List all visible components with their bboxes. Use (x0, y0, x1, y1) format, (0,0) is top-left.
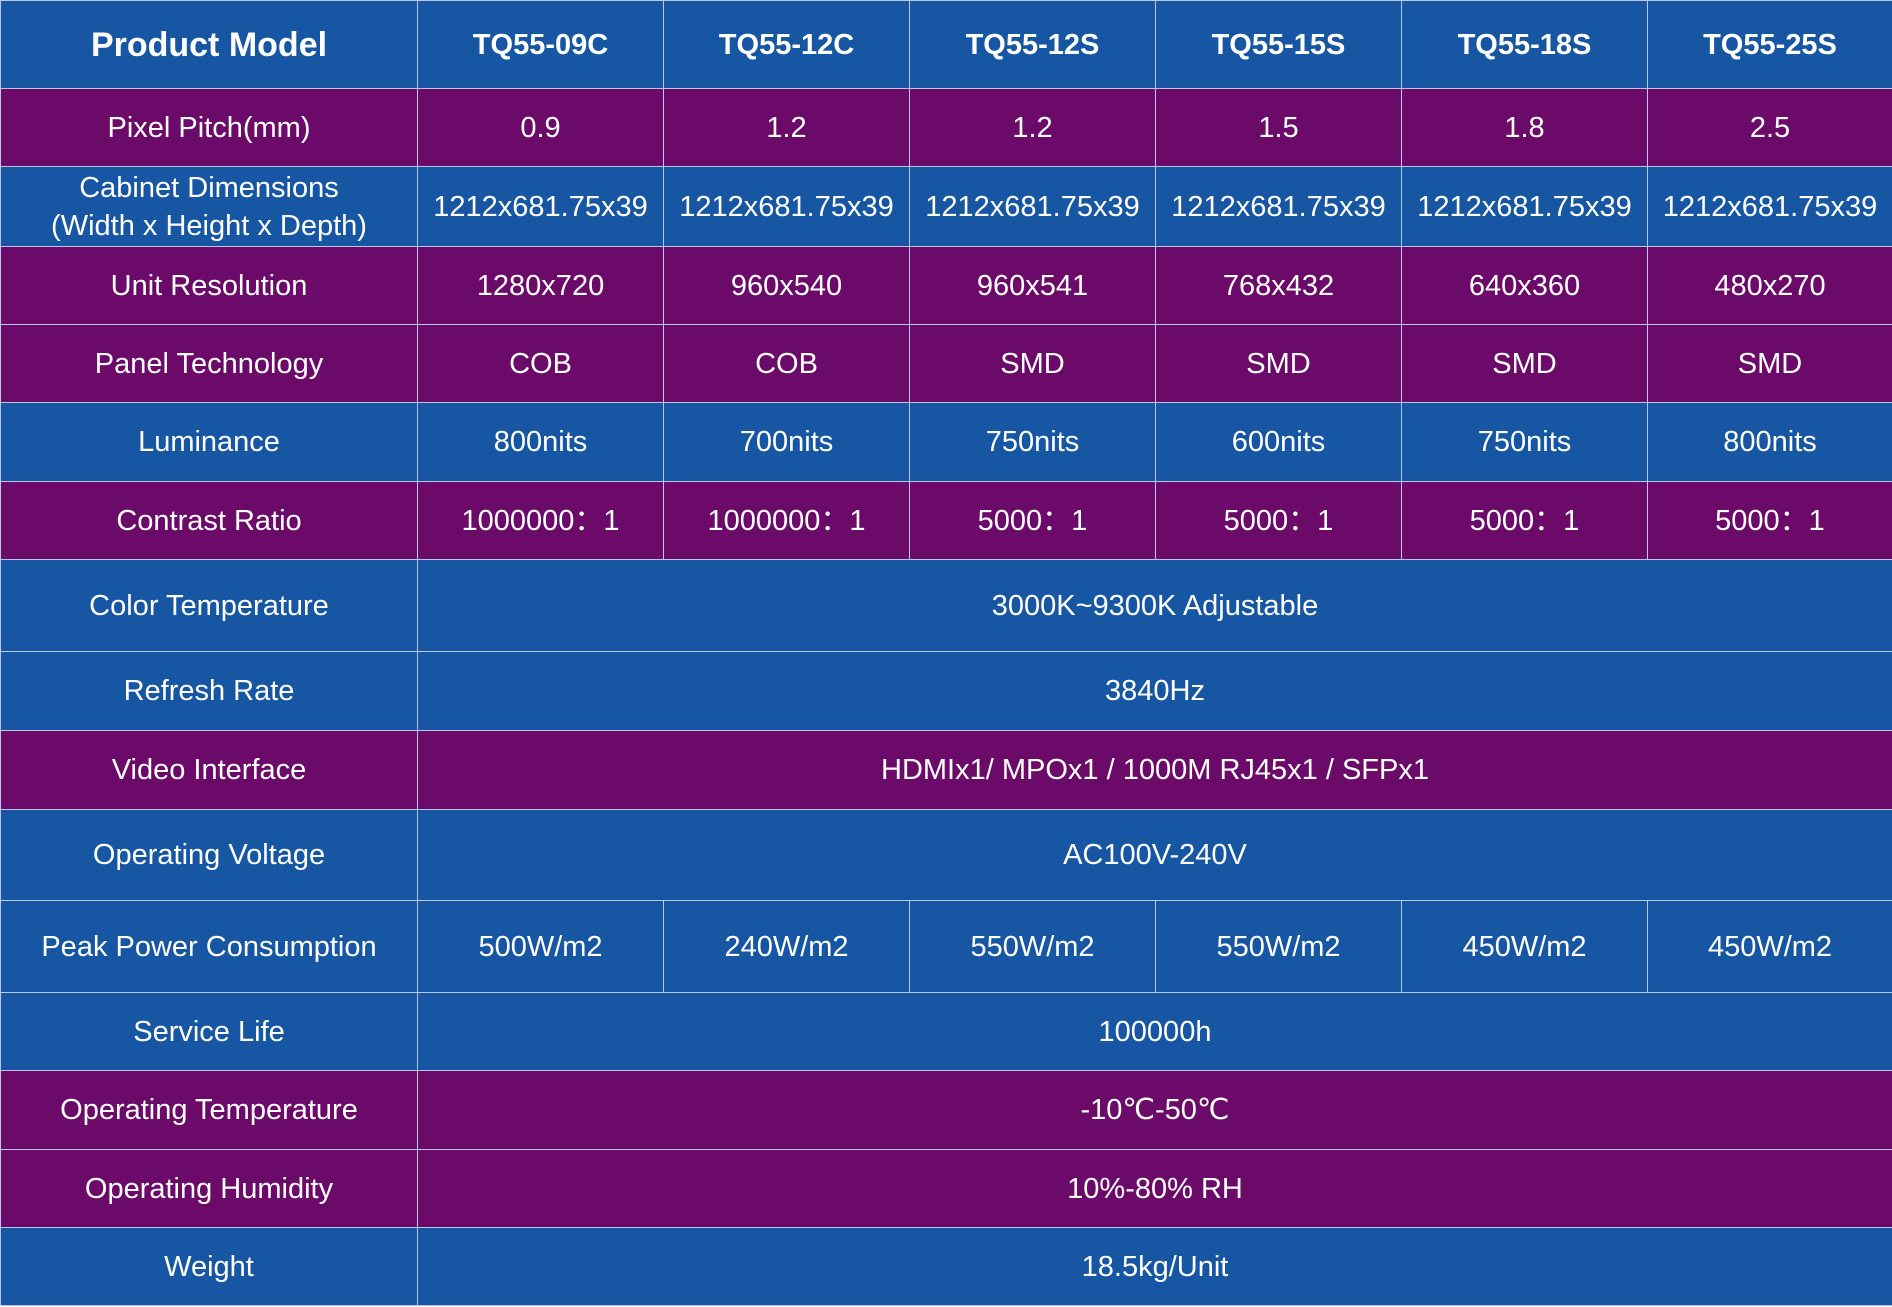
spec-value: 5000：1 (909, 481, 1156, 560)
spec-value: 1212x681.75x39 (1647, 166, 1892, 247)
spec-value: 5000：1 (1401, 481, 1648, 560)
spec-value: 640x360 (1401, 246, 1648, 325)
spec-value: 5000：1 (1647, 481, 1892, 560)
spec-label: Operating Humidity (0, 1149, 418, 1228)
model-name: TQ55-25S (1647, 0, 1892, 89)
spec-value-shared: 3840Hz (417, 651, 1892, 731)
spec-value: 960x541 (909, 246, 1156, 325)
spec-row-unit-resolution: Unit Resolution 1280x720 960x540 960x541 768… (0, 246, 1892, 325)
spec-table-body: Product Model TQ55-09C TQ55-12C TQ55-12S TQ5… (0, 0, 1892, 1306)
spec-label: Pixel Pitch(mm) (0, 88, 418, 167)
spec-value: 1212x681.75x39 (1155, 166, 1402, 247)
spec-row-luminance: Luminance 800nits 700nits 750nits 600nits 750… (0, 402, 1892, 482)
spec-value: 550W/m2 (909, 900, 1156, 993)
spec-value: 768x432 (1155, 246, 1402, 325)
spec-value: 750nits (1401, 402, 1648, 482)
spec-value: 550W/m2 (1155, 900, 1402, 993)
spec-value: SMD (1401, 324, 1648, 403)
spec-label: Refresh Rate (0, 651, 418, 731)
header-row: Product Model TQ55-09C TQ55-12C TQ55-12S TQ5… (0, 0, 1892, 89)
spec-value: SMD (1647, 324, 1892, 403)
spec-value: 0.9 (417, 88, 664, 167)
spec-value: 1.5 (1155, 88, 1402, 167)
spec-label-line: Cabinet Dimensions (79, 171, 339, 204)
spec-value: 1212x681.75x39 (663, 166, 910, 247)
spec-value: 450W/m2 (1647, 900, 1892, 993)
spec-value: 600nits (1155, 402, 1402, 482)
spec-value-shared: 100000h (417, 992, 1892, 1071)
spec-label: Operating Voltage (0, 809, 418, 901)
spec-row-color-temperature: Color Temperature 3000K~9300K Adjustable (0, 559, 1892, 652)
spec-value: COB (417, 324, 664, 403)
spec-value: 1.2 (909, 88, 1156, 167)
spec-value: 5000：1 (1155, 481, 1402, 560)
spec-value: 1212x681.75x39 (417, 166, 664, 247)
spec-value: 450W/m2 (1401, 900, 1648, 993)
spec-value-shared: AC100V-240V (417, 809, 1892, 901)
spec-value: 1.8 (1401, 88, 1648, 167)
spec-value: COB (663, 324, 910, 403)
spec-value: 1000000：1 (663, 481, 910, 560)
spec-value: 1.2 (663, 88, 910, 167)
spec-value: 800nits (1647, 402, 1892, 482)
spec-value: 800nits (417, 402, 664, 482)
spec-row-weight: Weight 18.5kg/Unit (0, 1227, 1892, 1306)
spec-row-video-interface: Video Interface HDMIx1/ MPOx1 / 1000M RJ4… (0, 730, 1892, 810)
spec-row-cabinet-dimensions: Cabinet Dimensions (Width x Height x Dept… (0, 166, 1892, 247)
spec-value: 1000000：1 (417, 481, 664, 560)
spec-row-peak-power-consumption: Peak Power Consumption 500W/m2 240W/m2 550W… (0, 900, 1892, 993)
spec-row-operating-temperature: Operating Temperature -10℃-50℃ (0, 1070, 1892, 1150)
spec-value: 750nits (909, 402, 1156, 482)
model-name: TQ55-12S (909, 0, 1156, 89)
spec-row-panel-technology: Panel Technology COB COB SMD SMD SMD SMD (0, 324, 1892, 403)
spec-row-pixel-pitch-mm: Pixel Pitch(mm) 0.9 1.2 1.2 1.5 1.8 2.5 (0, 88, 1892, 167)
spec-value-shared: 18.5kg/Unit (417, 1227, 1892, 1306)
spec-value: 1212x681.75x39 (909, 166, 1156, 247)
spec-row-service-life: Service Life 100000h (0, 992, 1892, 1071)
spec-label: Contrast Ratio (0, 481, 418, 560)
spec-value: 700nits (663, 402, 910, 482)
header-label: Product Model (0, 0, 418, 89)
spec-value: 1280x720 (417, 246, 664, 325)
spec-row-contrast-ratio: Contrast Ratio 1000000：1 1000000：1 5000：1 50… (0, 481, 1892, 560)
model-name: TQ55-12C (663, 0, 910, 89)
spec-label-line: (Width x Height x Depth) (51, 209, 367, 242)
model-name: TQ55-09C (417, 0, 664, 89)
spec-value-shared: -10℃-50℃ (417, 1070, 1892, 1150)
spec-table: Product Model TQ55-09C TQ55-12C TQ55-12S TQ5… (0, 0, 1892, 1306)
spec-row-operating-voltage: Operating Voltage AC100V-240V (0, 809, 1892, 901)
spec-value-shared: HDMIx1/ MPOx1 / 1000M RJ45x1 / SFPx1 (417, 730, 1892, 810)
spec-value: 2.5 (1647, 88, 1892, 167)
spec-value-shared: 10%-80% RH (417, 1149, 1892, 1228)
spec-label: Luminance (0, 402, 418, 482)
spec-row-operating-humidity: Operating Humidity 10%-80% RH (0, 1149, 1892, 1228)
spec-value: 240W/m2 (663, 900, 910, 993)
spec-value: 500W/m2 (417, 900, 664, 993)
model-name: TQ55-15S (1155, 0, 1402, 89)
spec-label: Unit Resolution (0, 246, 418, 325)
spec-label: Video Interface (0, 730, 418, 810)
spec-label: Operating Temperature (0, 1070, 418, 1150)
spec-label: Panel Technology (0, 324, 418, 403)
spec-row-refresh-rate: Refresh Rate 3840Hz (0, 651, 1892, 731)
spec-label: Service Life (0, 992, 418, 1071)
spec-value: 960x540 (663, 246, 910, 325)
model-name: TQ55-18S (1401, 0, 1648, 89)
spec-label: Peak Power Consumption (0, 900, 418, 993)
spec-value: 480x270 (1647, 246, 1892, 325)
spec-label: Color Temperature (0, 559, 418, 652)
spec-value: 1212x681.75x39 (1401, 166, 1648, 247)
spec-value-shared: 3000K~9300K Adjustable (417, 559, 1892, 652)
spec-label: Cabinet Dimensions (Width x Height x Dept… (0, 166, 418, 247)
spec-value: SMD (1155, 324, 1402, 403)
spec-value: SMD (909, 324, 1156, 403)
spec-label: Weight (0, 1227, 418, 1306)
